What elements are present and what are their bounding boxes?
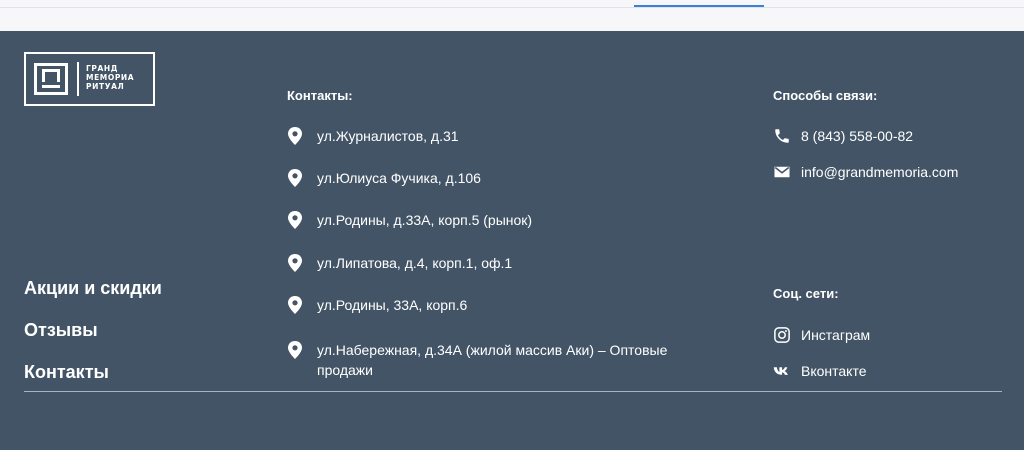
map-pin-icon	[288, 254, 302, 272]
map-pin-icon	[288, 169, 302, 187]
address-text: ул.Журналистов, д.31	[317, 128, 459, 144]
logo-mark	[34, 63, 68, 95]
address-text: ул.Родины, д.33А, корп.5 (рынок)	[317, 212, 533, 228]
logo-text: ГРАНД МЕМОРИА РИТУАЛ	[86, 64, 134, 91]
address-text: ул.Родины, 33А, корп.6	[317, 297, 468, 313]
logo-text-line-2: МЕМОРИА	[86, 73, 135, 82]
logo-text-line-1: ГРАНД	[86, 64, 119, 73]
active-tab-indicator	[634, 5, 764, 7]
footer-nav: Акции и скидки Отзывы Контакты	[24, 277, 162, 403]
map-pin-icon	[288, 296, 302, 314]
nav-link-reviews[interactable]: Отзывы	[24, 319, 162, 361]
phone-number: 8 (843) 558-00-82	[801, 128, 914, 144]
top-strip	[0, 0, 1024, 31]
instagram-label: Инстаграм	[801, 327, 871, 343]
address-text: ул.Набережная, д.34А (жилой массив Аки) …	[317, 342, 668, 378]
logo[interactable]: ГРАНД МЕМОРИА РИТУАЛ	[24, 52, 155, 106]
address-text: ул.Юлиуса Фучика, д.106	[317, 170, 481, 186]
top-divider	[0, 7, 1024, 8]
email-address: info@grandmemoria.com	[801, 164, 959, 180]
logo-separator	[77, 62, 79, 96]
contacts-title: Контакты:	[287, 88, 353, 103]
envelope-icon	[774, 166, 790, 178]
nav-link-contacts[interactable]: Контакты	[24, 361, 162, 403]
footer-divider	[24, 391, 1002, 392]
nav-link-promotions[interactable]: Акции и скидки	[24, 277, 162, 319]
contact-ways-title: Способы связи:	[773, 88, 878, 103]
map-pin-icon	[288, 127, 302, 145]
social-title: Соц. сети:	[773, 286, 839, 301]
map-pin-icon	[288, 341, 302, 359]
address-text: ул.Липатова, д.4, корп.1, оф.1	[317, 255, 513, 271]
vk-icon	[773, 367, 788, 375]
map-pin-icon	[288, 211, 302, 229]
logo-text-line-3: РИТУАЛ	[86, 82, 125, 91]
instagram-icon	[774, 327, 790, 343]
phone-icon	[775, 129, 789, 143]
vk-label: Вконтакте	[801, 363, 867, 379]
